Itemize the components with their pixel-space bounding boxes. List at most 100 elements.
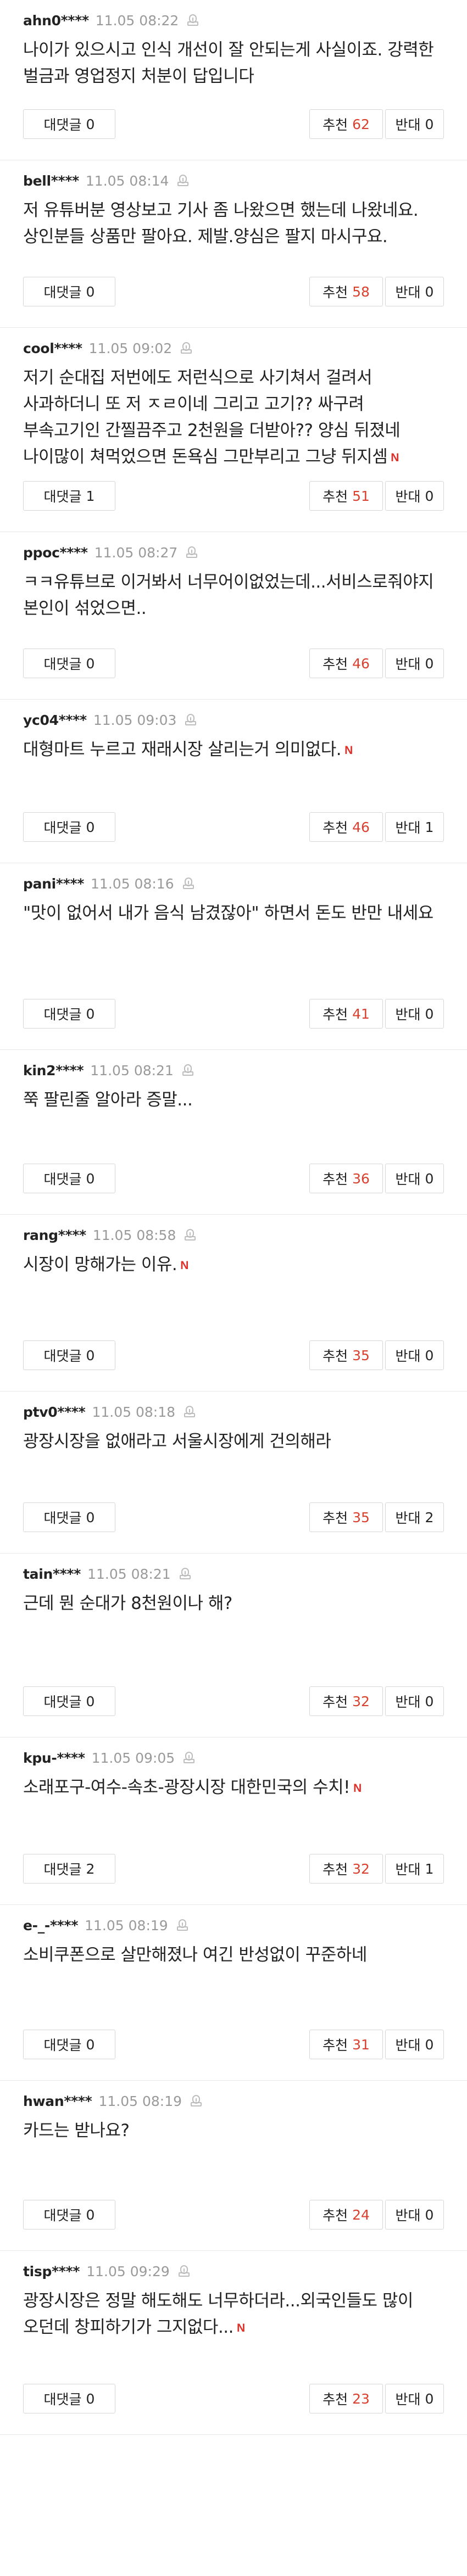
like-button[interactable]: 추천 46 — [309, 649, 383, 678]
report-icon-glyph — [177, 175, 189, 186]
report-icon[interactable] — [186, 13, 199, 27]
report-icon[interactable] — [184, 713, 197, 727]
comment-item: tisp**** 11.05 09:29 광장시장은 정말 해도해도 너무하더라… — [0, 2251, 467, 2435]
comment-text: 소래포구-여수-속초-광장시장 대한민국의 수치! — [23, 1778, 351, 1797]
report-icon-glyph — [182, 1064, 193, 1076]
like-button[interactable]: 추천 58 — [309, 277, 383, 306]
like-button[interactable]: 추천 62 — [309, 109, 383, 139]
report-icon[interactable] — [176, 174, 190, 188]
reply-button[interactable]: 대댓글 0 — [23, 2200, 115, 2229]
like-label: 추천 — [323, 117, 348, 133]
comment-author[interactable]: ptv0**** — [23, 1404, 86, 1420]
reply-button[interactable]: 대댓글 2 — [23, 1854, 115, 1884]
dislike-button[interactable]: 반대 0 — [385, 2384, 444, 2413]
like-button[interactable]: 추천 31 — [309, 2030, 383, 2059]
dislike-button[interactable]: 반대 0 — [385, 2030, 444, 2059]
reply-count: 0 — [86, 116, 95, 132]
report-icon[interactable] — [184, 1228, 197, 1242]
reply-button[interactable]: 대댓글 0 — [23, 649, 115, 678]
like-button[interactable]: 추천 51 — [309, 481, 383, 511]
report-icon[interactable] — [180, 341, 193, 355]
comment-actions: 대댓글 0 추천 62 반대 0 — [23, 109, 444, 139]
comment-meta: tain**** 11.05 08:21 — [23, 1566, 444, 1582]
comment-body: 나이가 있으시고 인식 개선이 잘 안되는게 사실이죠. 강력한 벌금과 영업정… — [23, 37, 444, 90]
like-button[interactable]: 추천 41 — [309, 999, 383, 1029]
dislike-button[interactable]: 반대 0 — [385, 2200, 444, 2229]
report-icon[interactable] — [176, 1918, 189, 1932]
comment-author[interactable]: tisp**** — [23, 2264, 80, 2279]
like-button[interactable]: 추천 32 — [309, 1686, 383, 1716]
reply-button[interactable]: 대댓글 0 — [23, 1340, 115, 1370]
comment-author[interactable]: kin2**** — [23, 1063, 84, 1079]
like-button[interactable]: 추천 36 — [309, 1164, 383, 1193]
report-icon[interactable] — [181, 1063, 194, 1077]
dislike-count: 0 — [425, 488, 434, 504]
reply-button[interactable]: 대댓글 1 — [23, 481, 115, 511]
dislike-button[interactable]: 반대 1 — [385, 812, 444, 842]
like-label: 추천 — [323, 489, 348, 505]
dislike-button[interactable]: 반대 2 — [385, 1502, 444, 1532]
comment-author[interactable]: ppoc**** — [23, 545, 88, 561]
comment-author[interactable]: yc04**** — [23, 712, 87, 728]
comment-author[interactable]: bell**** — [23, 173, 79, 189]
dislike-button[interactable]: 반대 0 — [385, 481, 444, 511]
reply-button[interactable]: 대댓글 0 — [23, 109, 115, 139]
reply-button[interactable]: 대댓글 0 — [23, 277, 115, 306]
dislike-button[interactable]: 반대 0 — [385, 277, 444, 306]
comment-author[interactable]: e-_-**** — [23, 1918, 78, 1934]
comment-author[interactable]: hwan**** — [23, 2093, 92, 2109]
report-icon[interactable] — [182, 1751, 196, 1765]
comment-author[interactable]: ahn0**** — [23, 13, 89, 29]
comment-text: 대형마트 누르고 재래시장 살리는거 의미없다. — [23, 740, 342, 759]
like-button[interactable]: 추천 35 — [309, 1340, 383, 1370]
report-icon[interactable] — [179, 1567, 192, 1581]
comment-date: 11.05 08:21 — [87, 1566, 171, 1582]
reply-button[interactable]: 대댓글 0 — [23, 999, 115, 1029]
dislike-button[interactable]: 반대 0 — [385, 109, 444, 139]
like-count: 32 — [352, 1693, 370, 1709]
comment-author[interactable]: rang**** — [23, 1227, 86, 1243]
like-button[interactable]: 추천 24 — [309, 2200, 383, 2229]
reply-label: 대댓글 — [43, 489, 82, 505]
dislike-button[interactable]: 반대 1 — [385, 1854, 444, 1884]
like-count: 23 — [352, 2390, 370, 2407]
reply-button[interactable]: 대댓글 0 — [23, 1686, 115, 1716]
like-label: 추천 — [323, 284, 348, 300]
reply-button[interactable]: 대댓글 0 — [23, 812, 115, 842]
report-icon[interactable] — [177, 2264, 191, 2278]
comment-meta: tisp**** 11.05 09:29 — [23, 2263, 444, 2279]
dislike-button[interactable]: 반대 0 — [385, 999, 444, 1029]
comment-author[interactable]: tain**** — [23, 1566, 81, 1582]
like-button[interactable]: 추천 35 — [309, 1502, 383, 1532]
like-label: 추천 — [323, 1694, 348, 1710]
dislike-button[interactable]: 반대 0 — [385, 1686, 444, 1716]
comment-actions: 대댓글 0 추천 35 반대 2 — [23, 1502, 444, 1532]
comment-meta: pani**** 11.05 08:16 — [23, 875, 444, 892]
report-icon[interactable] — [190, 2094, 203, 2108]
report-icon[interactable] — [183, 1405, 196, 1419]
comment-text: 근데 뭔 순대가 8천원이나 해? — [23, 1594, 232, 1613]
dislike-count: 0 — [425, 655, 434, 672]
dislike-label: 반대 — [395, 1348, 421, 1364]
comment-body: 쭉 팔린줄 알아라 증말... — [23, 1087, 444, 1113]
reply-button[interactable]: 대댓글 0 — [23, 2030, 115, 2059]
comment-author[interactable]: cool**** — [23, 340, 82, 356]
reply-button[interactable]: 대댓글 0 — [23, 1164, 115, 1193]
like-label: 추천 — [323, 1348, 348, 1364]
reply-button[interactable]: 대댓글 0 — [23, 1502, 115, 1532]
comment-author[interactable]: kpu-**** — [23, 1750, 85, 1766]
comment-meta: e-_-**** 11.05 08:19 — [23, 1917, 444, 1934]
like-button[interactable]: 추천 23 — [309, 2384, 383, 2413]
dislike-button[interactable]: 반대 0 — [385, 1164, 444, 1193]
reply-button[interactable]: 대댓글 0 — [23, 2384, 115, 2413]
report-icon[interactable] — [185, 545, 198, 560]
like-button[interactable]: 추천 46 — [309, 812, 383, 842]
report-icon[interactable] — [182, 876, 195, 891]
comment-author[interactable]: pani**** — [23, 876, 84, 892]
dislike-count: 0 — [425, 116, 434, 132]
like-button[interactable]: 추천 32 — [309, 1854, 383, 1884]
dislike-button[interactable]: 반대 0 — [385, 1340, 444, 1370]
dislike-button[interactable]: 반대 0 — [385, 649, 444, 678]
comment-item: ptv0**** 11.05 08:18 광장시장을 없애라고 서울시장에게 건… — [0, 1392, 467, 1554]
dislike-count: 1 — [425, 1860, 434, 1877]
